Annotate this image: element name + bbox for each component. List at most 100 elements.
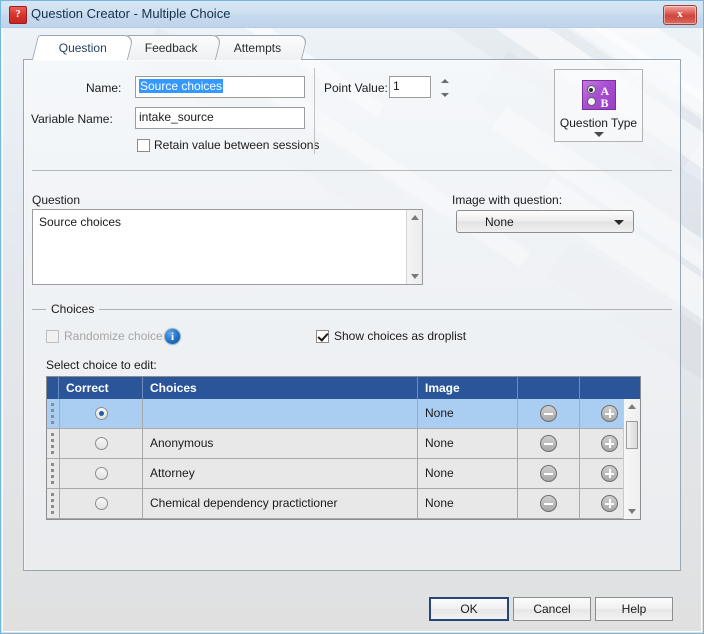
scroll-down-icon[interactable] <box>628 509 636 514</box>
add-row-icon[interactable] <box>601 435 618 452</box>
name-input[interactable]: Source choices <box>135 76 305 98</box>
correct-radio[interactable] <box>95 467 108 480</box>
tab-strip: Question Feedback Attempts <box>23 35 703 61</box>
multiple-choice-icon: A B <box>581 80 616 110</box>
dialog-window: ? Question Creator - Multiple Choice x Q… <box>0 0 704 634</box>
scroll-up-icon[interactable] <box>410 215 419 220</box>
cell-remove[interactable] <box>518 429 580 458</box>
cell-image[interactable]: None <box>418 429 518 458</box>
cell-remove[interactable] <box>518 489 580 518</box>
scrollbar-thumb[interactable] <box>626 421 638 449</box>
add-row-icon[interactable] <box>601 495 618 512</box>
name-label: Name: <box>86 81 122 95</box>
cancel-button[interactable]: Cancel <box>513 597 591 621</box>
show-as-droplist-label: Show choices as droplist <box>334 329 467 343</box>
variable-name-input[interactable]: intake_source <box>135 107 305 129</box>
question-textarea-scrollbar[interactable] <box>406 210 422 284</box>
table-row[interactable]: None <box>47 399 624 429</box>
form-vertical-divider <box>314 68 315 154</box>
remove-row-icon[interactable] <box>540 435 557 452</box>
name-input-value: Source choices <box>139 79 224 93</box>
cell-image[interactable]: None <box>418 399 518 428</box>
stepper-down-icon[interactable] <box>441 93 449 97</box>
cell-remove[interactable] <box>518 459 580 488</box>
chevron-down-icon[interactable] <box>614 220 624 225</box>
randomize-choices-checkbox[interactable] <box>46 330 59 343</box>
cell-correct[interactable] <box>59 459 143 488</box>
add-row-icon[interactable] <box>601 405 618 422</box>
grid-header-row: Correct Choices Image <box>47 377 640 399</box>
select-choice-label: Select choice to edit: <box>46 358 157 372</box>
point-value-value: 1 <box>393 79 400 93</box>
question-text-value: Source choices <box>39 215 122 229</box>
title-bar: ? Question Creator - Multiple Choice x <box>1 1 703 28</box>
cell-correct[interactable] <box>59 429 143 458</box>
group-line-left <box>32 309 46 310</box>
tab-feedback-label: Feedback <box>144 41 198 55</box>
scroll-up-icon[interactable] <box>628 404 636 409</box>
image-with-question-select[interactable]: None <box>456 210 634 233</box>
group-line-right <box>99 309 672 310</box>
grid-header-remove <box>518 377 580 399</box>
point-value-input[interactable]: 1 <box>389 76 431 98</box>
grid-header-handle <box>47 377 59 399</box>
cell-correct[interactable] <box>59 399 143 428</box>
correct-radio[interactable] <box>95 407 108 420</box>
grid-header-choices[interactable]: Choices <box>143 377 418 399</box>
correct-radio[interactable] <box>95 437 108 450</box>
grid-scrollbar[interactable] <box>623 399 640 519</box>
cell-choice[interactable] <box>143 399 418 428</box>
variable-name-label: Variable Name: <box>31 112 113 126</box>
tab-attempts-label: Attempts <box>234 41 282 55</box>
table-row[interactable]: Attorney None <box>47 459 624 489</box>
grid-header-add <box>580 377 640 399</box>
stepper-up-icon[interactable] <box>441 79 449 83</box>
question-label: Question <box>32 193 81 207</box>
cell-image[interactable]: None <box>418 459 518 488</box>
point-value-label: Point Value: <box>324 81 388 95</box>
question-mark-icon: ? <box>9 6 27 24</box>
ok-button[interactable]: OK <box>429 597 509 621</box>
add-row-icon[interactable] <box>601 465 618 482</box>
remove-row-icon[interactable] <box>540 405 557 422</box>
image-with-question-value: None <box>485 215 514 229</box>
question-type-letter-b: B <box>600 96 609 110</box>
tab-feedback[interactable]: Feedback <box>119 35 223 60</box>
show-as-droplist-checkbox[interactable] <box>316 330 329 343</box>
close-icon[interactable]: x <box>663 5 697 25</box>
cell-choice[interactable]: Anonymous <box>143 429 418 458</box>
grid-body: None Anonymous None Attorney None Chemic… <box>47 399 624 519</box>
tab-question[interactable]: Question <box>31 35 135 60</box>
cell-choice[interactable]: Chemical dependency practictioner <box>143 489 418 518</box>
table-row[interactable]: Chemical dependency practictioner None <box>47 489 624 519</box>
cell-choice[interactable]: Attorney <box>143 459 418 488</box>
choices-grid[interactable]: Correct Choices Image None Anonymous Non… <box>46 376 641 520</box>
help-button[interactable]: Help <box>595 597 673 621</box>
remove-row-icon[interactable] <box>540 495 557 512</box>
randomize-choices-label: Randomize choices <box>64 329 169 343</box>
question-type-label: Question Type <box>559 116 638 130</box>
info-icon[interactable]: i <box>164 328 181 345</box>
variable-name-value: intake_source <box>139 110 214 124</box>
question-tab-panel: Name: Source choices Variable Name: inta… <box>23 59 681 571</box>
retain-value-label: Retain value between sessions <box>154 138 320 152</box>
cell-remove[interactable] <box>518 399 580 428</box>
correct-radio[interactable] <box>95 497 108 510</box>
scroll-down-icon[interactable] <box>410 274 419 279</box>
point-value-stepper[interactable] <box>438 75 451 101</box>
choices-group-title: Choices <box>51 302 95 316</box>
grid-header-image[interactable]: Image <box>418 377 518 399</box>
question-type-button[interactable]: A B Question Type <box>554 69 643 142</box>
retain-value-checkbox[interactable] <box>137 139 150 152</box>
grid-header-correct[interactable]: Correct <box>59 377 143 399</box>
tab-question-label: Question <box>58 41 107 55</box>
cell-image[interactable]: None <box>418 489 518 518</box>
table-row[interactable]: Anonymous None <box>47 429 624 459</box>
cell-correct[interactable] <box>59 489 143 518</box>
image-with-question-label: Image with question: <box>452 193 563 207</box>
tab-attempts[interactable]: Attempts <box>207 35 309 60</box>
window-title: Question Creator - Multiple Choice <box>31 6 231 21</box>
chevron-down-icon[interactable] <box>593 132 604 137</box>
remove-row-icon[interactable] <box>540 465 557 482</box>
question-textarea[interactable]: Source choices <box>32 209 423 285</box>
